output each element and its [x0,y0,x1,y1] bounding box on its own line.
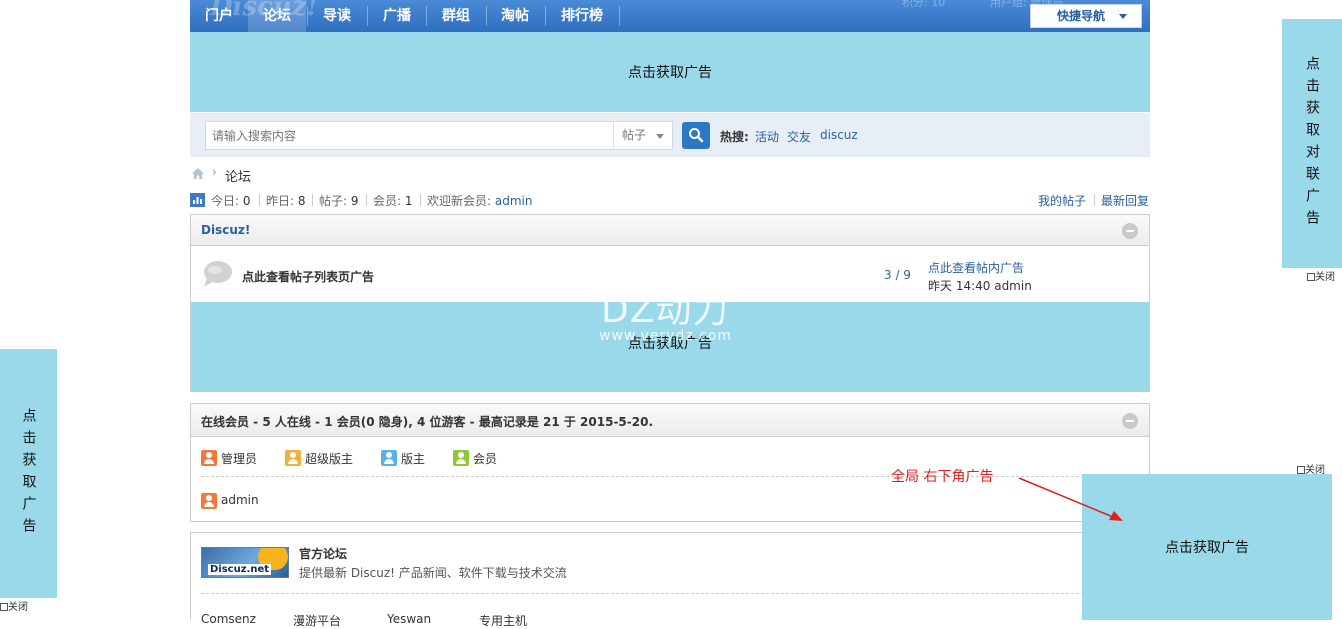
forum-bubble-icon [204,261,232,287]
close-icon [1297,466,1305,474]
last-post-meta: 昨天 14:40 admin [928,279,1032,293]
collapse-icon[interactable] [1122,413,1138,429]
forum-category-panel: Discuz! 点此查看帖子列表页广告 3 / 9 点此查看帖内广告 昨天 14… [190,214,1150,392]
divider [259,194,260,206]
stat-today: 今日: 0 [211,194,251,208]
online-user-link[interactable]: admin [221,493,259,507]
hot-link-activity[interactable]: 活动 [755,128,779,145]
nav-item-broadcast[interactable]: 广播 [368,0,426,32]
divider [420,194,421,206]
annotation-label: 全局 右下角广告 [891,469,994,485]
forum-stats: 今日: 0 昨日: 8 帖子: 9 会员: 1 欢迎新会员: admin 我的帖… [190,192,1150,208]
panel-header: Discuz! [191,215,1149,246]
stat-yesterday: 昨日: 8 [266,194,306,208]
latest-reply-link[interactable]: 最新回复 [1101,192,1149,209]
nav-item-guide[interactable]: 导读 [308,0,366,32]
hot-link-friends[interactable]: 交友 [787,128,811,145]
nav-item-groups[interactable]: 群组 [427,0,485,32]
official-forum-desc: 提供最新 Discuz! 产品新闻、软件下载与技术交流 [299,566,567,580]
last-post-link[interactable]: 点此查看帖内广告 [928,259,1024,276]
link-yeswan[interactable]: Yeswan [387,612,431,626]
official-forum-link[interactable]: 官方论坛 [299,545,347,562]
close-label: 关闭 [1315,272,1335,283]
search-icon [689,128,704,143]
search-input[interactable] [205,121,614,150]
right-couplet-close-button[interactable]: 关闭 [1307,268,1335,283]
stats-chart-icon [190,193,205,207]
right-couplet-ad[interactable]: 点击获取对联广告 [1282,19,1342,268]
search-type-label: 帖子 [622,128,647,142]
watermark-logo: DZ动力 [601,290,730,331]
online-members-panel: 在线会员 - 5 人在线 - 1 会员(0 隐身), 4 位游客 - 最高记录是… [190,403,1150,522]
search-type-select[interactable]: 帖子 [613,121,673,150]
close-icon [1307,273,1315,281]
legend-super-mod: 超级版主 [305,452,354,466]
category-title[interactable]: Discuz! [201,223,250,237]
nav-item-collection[interactable]: 淘帖 [486,0,544,32]
right-couplet-ad-text: 点击获取对联广告 [1304,55,1320,232]
nav-item-portal[interactable]: 门户 [194,0,244,32]
admin-role-icon [201,493,217,509]
mod-role-icon [381,450,397,466]
chevron-down-icon [656,134,664,139]
logo-text: Discuz.net [208,564,272,575]
forum-name-link[interactable]: 点此查看帖子列表页广告 [242,268,374,285]
stat-welcome: 欢迎新会员: admin [427,194,533,208]
divider [312,194,313,206]
top-banner-ad[interactable]: 点击获取广告 [190,32,1150,112]
link-hosting[interactable]: 专用主机 [479,612,527,629]
corner-ad-text: 点击获取广告 [1165,540,1249,556]
super-mod-role-icon [285,450,301,466]
left-couplet-ad[interactable]: 点击获取广告 [0,349,57,598]
hot-link-discuz[interactable]: discuz [820,128,858,142]
my-posts-link[interactable]: 我的帖子 [1038,192,1086,209]
member-role-icon [453,450,469,466]
annotation-arrow-icon [1018,477,1123,521]
link-comsenz[interactable]: Comsenz [201,612,256,626]
newest-member-link[interactable]: admin [495,194,533,208]
legend-admin: 管理员 [221,452,258,466]
admin-role-icon [201,450,217,466]
search-bar: 帖子 热搜: 活动 交友 discuz [190,113,1150,157]
nav-separator [619,6,620,26]
stat-posts-value: 9 [350,194,359,208]
friend-links-panel: Discuz.net 官方论坛 提供最新 Discuz! 产品新闻、软件下载与技… [190,532,1150,628]
legend-mod: 版主 [401,452,426,466]
quick-nav-button[interactable]: 快捷导航 [1030,4,1142,28]
stat-posts: 帖子: 9 [319,194,359,208]
breadcrumb-current[interactable]: 论坛 [225,166,251,185]
left-couplet-ad-text: 点击获取广告 [20,407,37,540]
chevron-down-icon [1119,14,1127,19]
collapse-icon[interactable] [1122,223,1138,239]
thread-post-counts: 3 / 9 [884,268,911,282]
divider [366,194,367,206]
stat-members: 会员: 1 [373,194,413,208]
watermark-url: www.verydz.com [599,328,733,344]
points-ghost: 积分: 10 [902,0,946,9]
left-couplet-close-button[interactable]: 关闭 [0,598,28,613]
divider [1094,194,1095,206]
stat-yesterday-value: 8 [297,194,306,208]
nav-item-forum[interactable]: 论坛 [248,0,306,32]
stat-members-value: 1 [404,194,413,208]
panel-header: 在线会员 - 5 人在线 - 1 会员(0 隐身), 4 位游客 - 最高记录是… [191,404,1149,437]
top-banner-ad-text: 点击获取广告 [628,65,712,81]
nav-item-ranking[interactable]: 排行榜 [546,0,618,32]
close-label: 关闭 [8,602,28,613]
legend-member: 会员 [473,452,498,466]
online-summary[interactable]: 在线会员 - 5 人在线 - 1 会员(0 隐身), 4 位游客 - 最高记录是… [201,413,653,430]
chevron-right-icon: › [212,165,217,179]
close-icon [0,603,8,611]
stat-today-value: 0 [242,194,251,208]
divider [201,593,1139,594]
top-nav: Discuz! 积分: 10 用户组: 管理员 门户 论坛 导读 广播 群组 淘… [190,0,1150,32]
discuz-net-logo[interactable]: Discuz.net [201,547,289,578]
divider [201,476,1139,477]
link-manyou[interactable]: 漫游平台 [293,612,341,629]
search-button[interactable] [682,122,710,149]
quick-nav-label: 快捷导航 [1057,9,1106,23]
home-icon[interactable] [191,167,205,180]
hot-search-label: 热搜: [720,130,749,144]
